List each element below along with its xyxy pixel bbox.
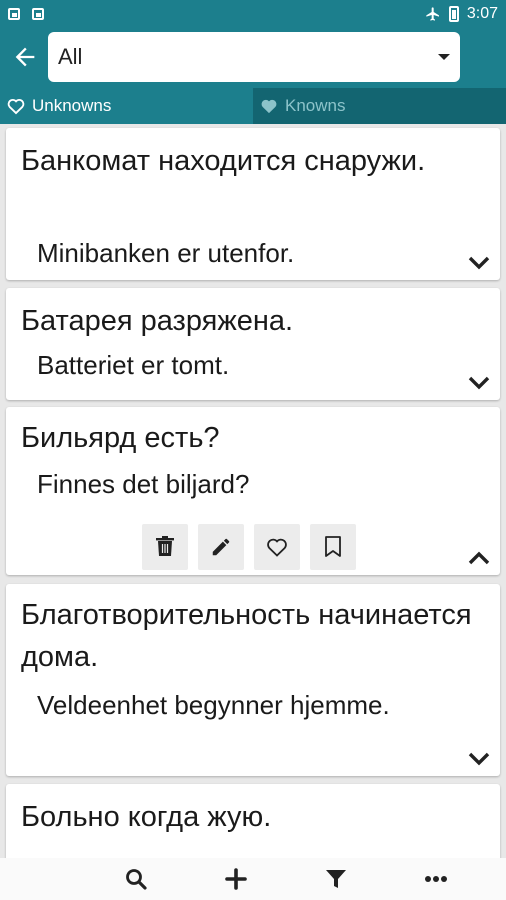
more-button[interactable]	[386, 858, 486, 900]
airplane-mode-icon	[426, 7, 439, 21]
chevron-down-icon[interactable]	[468, 376, 490, 390]
phrase-card[interactable]: Больно когда жую.	[6, 784, 500, 858]
phrase-card[interactable]: Банкомат находится снаружи. Minibanken e…	[6, 128, 500, 280]
card-actions	[142, 524, 356, 570]
pencil-icon	[212, 538, 230, 556]
add-button[interactable]	[186, 858, 286, 900]
trash-icon	[156, 536, 174, 556]
bottom-toolbar	[0, 858, 506, 900]
tab-label: Unknowns	[32, 96, 112, 115]
bookmark-icon	[325, 536, 341, 557]
phrase-card[interactable]: Благотворительность начинается дома. Vel…	[6, 584, 500, 776]
back-button[interactable]	[8, 40, 42, 74]
phrase-norwegian: Minibanken er utenfor.	[37, 238, 295, 268]
search-button[interactable]	[86, 858, 186, 900]
edit-button[interactable]	[198, 524, 244, 570]
chevron-down-icon[interactable]	[468, 256, 490, 270]
category-selected-value: All	[58, 44, 83, 69]
phrase-russian: Бильярд есть?	[21, 422, 220, 454]
phrase-list: Банкомат находится снаружи. Minibanken e…	[0, 124, 506, 858]
app-notification-icon	[32, 8, 44, 20]
heart-icon	[267, 538, 287, 557]
chevron-down-icon[interactable]	[468, 752, 490, 766]
tab-bar: Unknowns Knowns	[0, 88, 506, 124]
status-time: 3:07	[466, 5, 498, 22]
status-bar: 3:07	[0, 0, 506, 28]
chevron-up-icon[interactable]	[468, 551, 490, 565]
gallery-notification-icon	[8, 8, 20, 20]
phrase-russian: Благотворительность начинается дома.	[21, 599, 472, 673]
filter-icon	[326, 870, 346, 888]
tab-knowns[interactable]: Knowns	[253, 88, 506, 124]
bookmark-button[interactable]	[310, 524, 356, 570]
heart-outline-icon	[7, 98, 25, 115]
dropdown-caret-icon	[438, 54, 450, 60]
phrase-norwegian: Veldeenhet begynner hjemme.	[37, 690, 390, 720]
phrase-russian: Больно когда жую.	[21, 801, 272, 833]
search-icon	[126, 869, 147, 890]
more-icon	[425, 876, 447, 882]
app-bar: All	[0, 28, 506, 88]
arrow-left-icon	[15, 47, 35, 67]
heart-filled-icon	[261, 99, 277, 114]
category-select[interactable]: All	[48, 32, 460, 82]
filter-button[interactable]	[286, 858, 386, 900]
battery-icon	[448, 6, 459, 22]
phrase-card[interactable]: Батарея разряжена. Batteriet er tomt.	[6, 288, 500, 400]
tab-label: Knowns	[285, 96, 346, 115]
plus-icon	[225, 868, 247, 890]
phrase-russian: Банкомат находится снаружи.	[21, 145, 426, 177]
phrase-russian: Батарея разряжена.	[21, 305, 294, 337]
phrase-card-expanded[interactable]: Бильярд есть? Finnes det biljard?	[6, 407, 500, 575]
phrase-norwegian: Batteriet er tomt.	[37, 350, 230, 380]
delete-button[interactable]	[142, 524, 188, 570]
phrase-norwegian: Finnes det biljard?	[37, 469, 250, 499]
tab-unknowns[interactable]: Unknowns	[0, 88, 253, 124]
favorite-button[interactable]	[254, 524, 300, 570]
